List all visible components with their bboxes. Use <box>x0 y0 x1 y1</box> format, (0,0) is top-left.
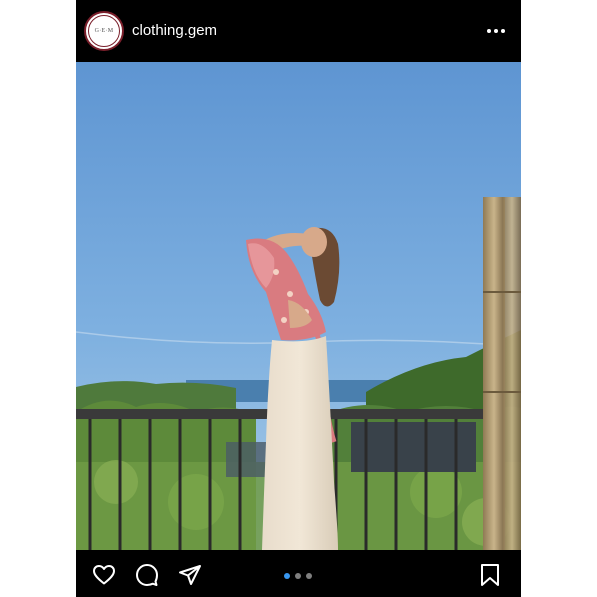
satin-skirt <box>262 336 338 550</box>
post-photo[interactable] <box>76 62 521 550</box>
bookmark-icon[interactable] <box>478 563 502 587</box>
username-link[interactable]: clothing.gem <box>132 22 217 40</box>
post-action-bar <box>76 550 521 597</box>
post-header: G·E·M clothing.gem <box>76 0 521 62</box>
more-horizontal-icon[interactable] <box>485 22 507 40</box>
avatar-monogram: G·E·M <box>88 15 120 47</box>
comment-icon[interactable] <box>135 563 159 587</box>
send-icon[interactable] <box>178 563 202 587</box>
heart-icon[interactable] <box>92 563 116 587</box>
bamboo-pole <box>483 197 505 550</box>
instagram-post: G·E·M clothing.gem <box>76 0 521 597</box>
carousel-dot-2 <box>295 573 301 579</box>
carousel-indicator <box>284 573 314 579</box>
avatar[interactable]: G·E·M <box>84 11 124 51</box>
carousel-dot-1 <box>284 573 290 579</box>
carousel-dot-3 <box>306 573 312 579</box>
